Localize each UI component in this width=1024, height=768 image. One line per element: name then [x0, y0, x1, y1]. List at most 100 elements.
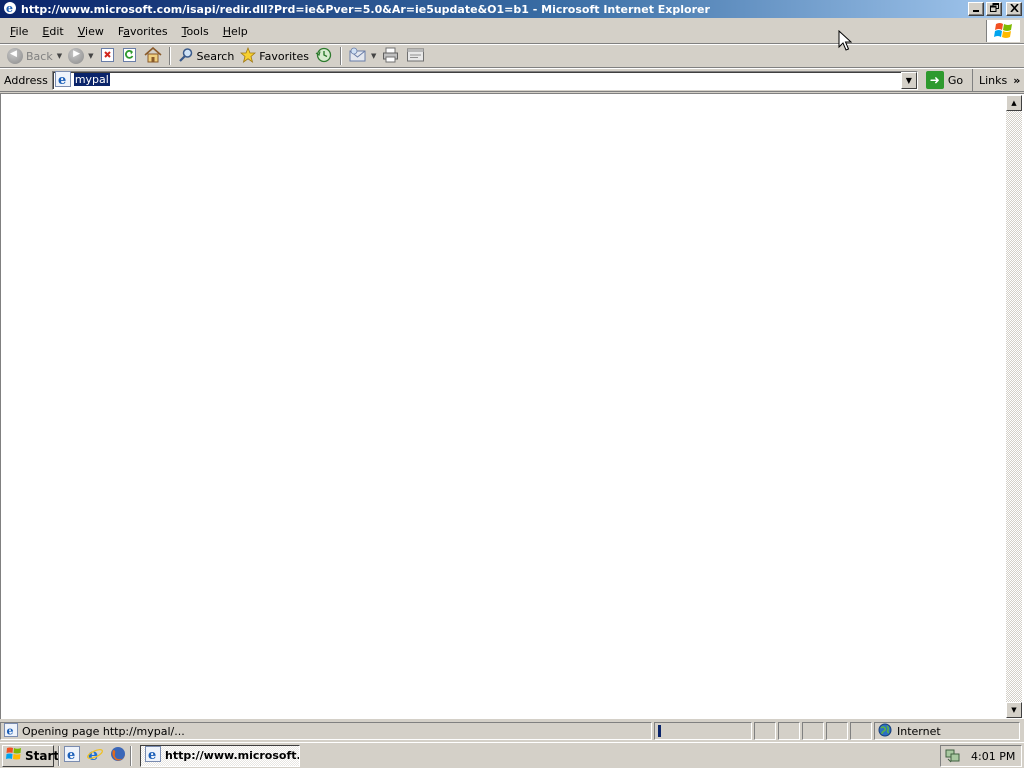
mouse-pointer-icon: [838, 30, 852, 51]
address-dropdown-button[interactable]: ▼: [900, 71, 917, 89]
status-bar: e Opening page http://mypal/... Internet: [0, 721, 1024, 741]
progress-bar: [658, 725, 661, 737]
clock[interactable]: 4:01 PM: [971, 750, 1015, 763]
taskbar-item-ie-window[interactable]: e http://www.microsoft...: [140, 744, 300, 767]
svg-text:e: e: [58, 73, 66, 87]
back-arrow-icon: [7, 48, 23, 64]
menu-favorites[interactable]: Favorites: [112, 23, 174, 40]
firefox-icon[interactable]: [110, 746, 126, 765]
address-bar: Address e mypal ▼ ➜ Go Links »: [0, 69, 1024, 92]
status-pane-empty: [850, 722, 872, 740]
print-button[interactable]: [379, 46, 403, 66]
taskbar-divider: [58, 745, 60, 766]
taskbar: Start e e e http://www.microsoft... 4:01…: [0, 742, 1024, 768]
search-label: Search: [196, 49, 235, 63]
standard-toolbar: Back ▼ ▼ Search Favorites: [0, 45, 1024, 68]
scroll-up-button[interactable]: ▲: [1006, 95, 1022, 111]
minimize-icon: [972, 4, 980, 15]
home-button[interactable]: [141, 46, 165, 66]
close-button[interactable]: [1006, 2, 1022, 16]
page-ie-icon: e: [54, 70, 71, 90]
restore-button[interactable]: [986, 2, 1002, 16]
menu-file[interactable]: File: [4, 23, 34, 40]
menu-view[interactable]: View: [72, 23, 110, 40]
back-label: Back: [26, 49, 53, 63]
zone-label: Internet: [897, 724, 941, 738]
address-value: mypal: [73, 72, 110, 86]
address-box[interactable]: e mypal ▼: [51, 70, 918, 90]
vertical-scrollbar[interactable]: ▲ ▼: [1006, 95, 1022, 718]
ie-icon: e: [3, 1, 17, 18]
address-label: Address: [4, 73, 48, 87]
windows-flag-icon: [6, 747, 22, 764]
show-desktop-icon[interactable]: e: [64, 746, 80, 765]
windows-logo-icon: [986, 20, 1020, 42]
links-toolbar[interactable]: Links »: [972, 69, 1024, 91]
internet-explorer-icon[interactable]: e: [86, 745, 104, 765]
start-button[interactable]: Start: [2, 744, 59, 767]
menu-help[interactable]: Help: [217, 23, 254, 40]
svg-text:e: e: [7, 724, 14, 737]
system-tray: 4:01 PM: [940, 745, 1022, 767]
close-icon: [1009, 2, 1019, 15]
refresh-icon: [122, 47, 138, 66]
restore-icon: [989, 3, 999, 15]
go-label: Go: [947, 73, 964, 87]
menu-edit[interactable]: Edit: [36, 23, 69, 40]
quick-launch: e e: [64, 745, 126, 765]
mail-button[interactable]: ▼: [346, 46, 379, 66]
status-pane-empty: [778, 722, 800, 740]
status-message: Opening page http://mypal/...: [22, 724, 185, 738]
mail-icon: [349, 47, 367, 66]
favorites-star-icon: [240, 46, 257, 66]
menu-bar: File Edit View Favorites Tools Help: [0, 19, 1024, 44]
title-bar[interactable]: e http://www.microsoft.com/isapi/redir.d…: [0, 0, 1024, 18]
start-label: Start: [25, 748, 60, 763]
back-button[interactable]: Back ▼: [4, 46, 65, 66]
history-button[interactable]: [312, 46, 336, 66]
window-title: http://www.microsoft.com/isapi/redir.dll…: [21, 2, 710, 16]
printer-icon: [382, 47, 400, 66]
go-arrow-icon: ➜: [925, 71, 944, 89]
chevron-right-icon[interactable]: »: [1013, 74, 1020, 87]
search-button[interactable]: Search: [175, 46, 238, 66]
status-pane-empty: [802, 722, 824, 740]
back-dropdown-icon[interactable]: ▼: [57, 52, 62, 60]
taskbar-divider: [130, 745, 132, 766]
forward-dropdown-icon[interactable]: ▼: [88, 52, 93, 60]
favorites-button[interactable]: Favorites: [237, 46, 312, 66]
history-icon: [315, 47, 333, 66]
search-icon: [178, 47, 194, 66]
favorites-label: Favorites: [259, 49, 309, 63]
chevron-down-icon: ▼: [905, 75, 912, 85]
menu-tools[interactable]: Tools: [176, 23, 215, 40]
status-message-pane: e Opening page http://mypal/...: [0, 722, 652, 740]
status-pane-empty: [826, 722, 848, 740]
arrow-down-icon: ▼: [1011, 706, 1017, 714]
ie-window-icon: e: [145, 746, 161, 765]
minimize-button[interactable]: [968, 2, 984, 16]
refresh-button[interactable]: [119, 46, 141, 66]
go-button[interactable]: ➜ Go: [925, 71, 964, 89]
mail-dropdown-icon[interactable]: ▼: [371, 52, 376, 60]
forward-button[interactable]: ▼: [65, 46, 96, 66]
arrow-up-icon: ▲: [1011, 99, 1017, 107]
home-icon: [143, 46, 162, 66]
edit-page-icon: [406, 47, 426, 66]
forward-arrow-icon: [68, 48, 85, 64]
network-tray-icon[interactable]: [945, 747, 961, 766]
globe-icon: [878, 723, 892, 740]
status-pane-empty: [754, 722, 776, 740]
links-label: Links: [979, 73, 1008, 87]
edit-button[interactable]: [403, 46, 429, 66]
stop-button[interactable]: [97, 46, 119, 66]
security-zone-pane[interactable]: Internet: [874, 722, 1020, 740]
page-content[interactable]: ▲ ▼: [0, 93, 1024, 719]
address-input[interactable]: mypal: [73, 72, 894, 88]
toolbar-separator: [340, 47, 342, 65]
page-loading-icon: e: [4, 722, 18, 740]
stop-icon: [100, 47, 116, 66]
svg-text:e: e: [6, 2, 13, 15]
scroll-down-button[interactable]: ▼: [1006, 702, 1022, 718]
svg-text:e: e: [148, 748, 156, 762]
